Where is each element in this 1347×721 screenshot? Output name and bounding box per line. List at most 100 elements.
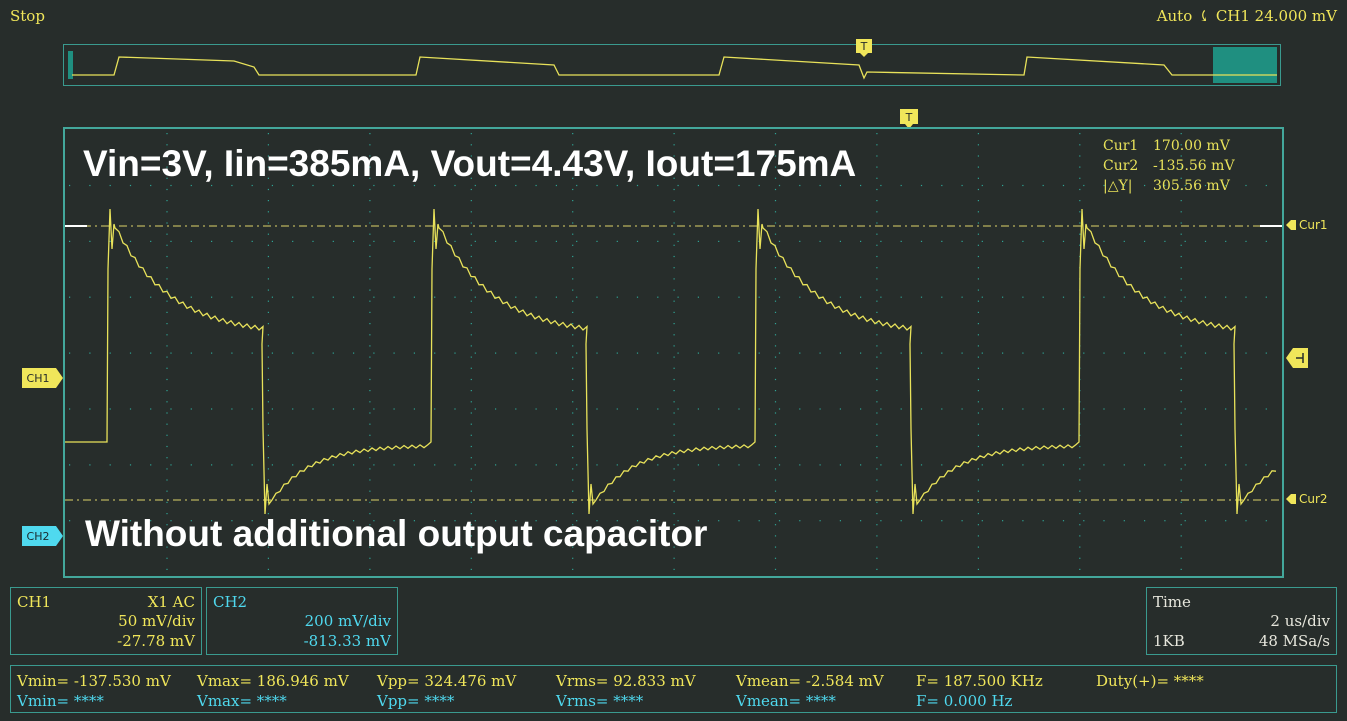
graticule-dot <box>616 184 618 187</box>
ch2-offset: -813.33 mV <box>303 632 391 650</box>
graticule-dot <box>774 300 777 302</box>
graticule-dot <box>369 289 371 291</box>
graticule-dot <box>166 434 168 436</box>
graticule-dot <box>332 464 334 466</box>
ch1-settings-panel[interactable]: CH1 X1 AC 50 mV/div -27.78 mV <box>10 587 202 655</box>
graticule-dot <box>470 390 472 392</box>
graticule-dot <box>819 352 821 354</box>
graticule-dot <box>369 479 371 481</box>
graticule-dot <box>774 289 777 291</box>
graticule-dot <box>774 267 777 269</box>
graticule-dot <box>778 464 781 466</box>
graticule-dot <box>860 184 862 187</box>
graticule-dot <box>1180 513 1182 515</box>
delta-y-readout-value: 305.56 mV <box>1153 178 1230 194</box>
graticule-dot <box>271 352 273 354</box>
timebase-panel[interactable]: Time 2 us/div 1KB 48 MSa/s <box>1146 587 1337 655</box>
ch2-marker-label: CH2 <box>27 530 50 543</box>
graticule-dot <box>616 464 618 466</box>
graticule-dot <box>1123 464 1125 466</box>
ch1-level-marker[interactable]: CH1 <box>22 368 64 392</box>
graticule-dot <box>166 479 168 481</box>
graticule-dot <box>860 408 862 410</box>
graticule-dot <box>470 434 472 436</box>
graticule-dot <box>876 244 878 246</box>
graticule-dot <box>470 200 472 202</box>
trigger-level-marker[interactable] <box>1286 348 1308 372</box>
graticule-dot <box>332 352 334 354</box>
graticule-dot <box>166 412 168 414</box>
measurement-bar[interactable]: Vmin= -137.530 mV Vmax= 186.946 mV Vpp= … <box>10 665 1337 713</box>
ch2-settings-panel[interactable]: CH2 200 mV/div -813.33 mV <box>206 587 398 655</box>
graticule-dot <box>677 408 679 410</box>
graticule-dot <box>977 524 979 526</box>
graticule-dot <box>616 240 618 242</box>
graticule-dot <box>267 367 269 369</box>
graticule-dot <box>1265 184 1267 187</box>
graticule-dot <box>977 144 979 146</box>
waveform-overview[interactable]: T <box>63 39 1281 86</box>
graticule-dot <box>69 240 71 242</box>
graticule-dot <box>1144 352 1146 354</box>
graticule-dot <box>596 240 598 242</box>
graticule-dot <box>876 267 878 269</box>
graticule-dot <box>470 222 472 224</box>
graticule-dot <box>474 184 476 187</box>
graticule-dot <box>495 408 497 410</box>
graticule-dot <box>572 311 574 313</box>
graticule-dot <box>572 490 574 492</box>
graticule-dot <box>677 240 679 242</box>
graticule-dot <box>1184 240 1186 242</box>
graticule-dot <box>1083 408 1085 410</box>
graticule-dot <box>1042 520 1044 522</box>
graticule-dot <box>572 278 574 280</box>
graticule-dot <box>271 408 273 410</box>
graticule-dot <box>1079 211 1081 213</box>
graticule-dot <box>1062 296 1065 298</box>
graticule-dot <box>251 352 253 354</box>
cur2-readout-label: Cur2 <box>1103 158 1139 174</box>
graticule-dot <box>1180 222 1182 224</box>
graticule <box>69 133 1267 570</box>
graticule-dot <box>166 401 168 403</box>
graticule-dot <box>1079 546 1081 548</box>
graticule-dot <box>1180 434 1182 436</box>
graticule-dot <box>332 184 334 187</box>
graticule-dot <box>267 334 269 336</box>
cursor2-tag[interactable]: Cur2 <box>1286 490 1338 512</box>
graticule-dot <box>393 240 395 242</box>
graticule-dot <box>673 401 675 403</box>
graticule-dot <box>977 255 979 258</box>
graticule-dot <box>876 311 878 313</box>
graticule-dot <box>920 408 923 410</box>
graticule-dot <box>211 464 213 466</box>
graticule-dot <box>267 445 269 448</box>
graticule-dot <box>657 352 659 354</box>
graticule-dot <box>474 352 476 354</box>
graticule-dot <box>1225 240 1227 242</box>
graticule-dot <box>596 296 598 298</box>
trigger-edge-icon: ⤹ <box>1197 7 1211 25</box>
graticule-dot <box>576 352 578 354</box>
graticule-dot <box>961 184 963 187</box>
waveform-display[interactable]: Vin=3V, Iin=385mA, Vout=4.43V, Iout=175m… <box>63 127 1284 578</box>
graticule-dot <box>1180 334 1182 336</box>
graticule-dot <box>129 240 132 242</box>
graticule-dot <box>1042 464 1044 466</box>
cursor1-tag[interactable]: Cur1 <box>1286 216 1338 238</box>
graticule-dot <box>470 490 472 492</box>
cur1-readout-value: 170.00 mV <box>1153 138 1230 154</box>
graticule-dot <box>941 296 943 298</box>
ch1-vpp: Vpp= 324.476 mV <box>377 672 517 690</box>
graticule-dot <box>312 296 314 298</box>
graticule-dot <box>470 468 472 470</box>
ch2-frequency: F= 0.000 Hz <box>916 692 1013 710</box>
graticule-dot <box>572 222 574 224</box>
graticule-dot <box>1225 520 1227 522</box>
graticule-dot <box>373 240 375 242</box>
graticule-dot <box>1180 412 1182 414</box>
graticule-dot <box>977 300 979 302</box>
graticule-dot <box>758 520 760 522</box>
ch2-level-marker[interactable]: CH2 <box>22 526 64 550</box>
time-scale: 2 us/div <box>1270 612 1330 630</box>
